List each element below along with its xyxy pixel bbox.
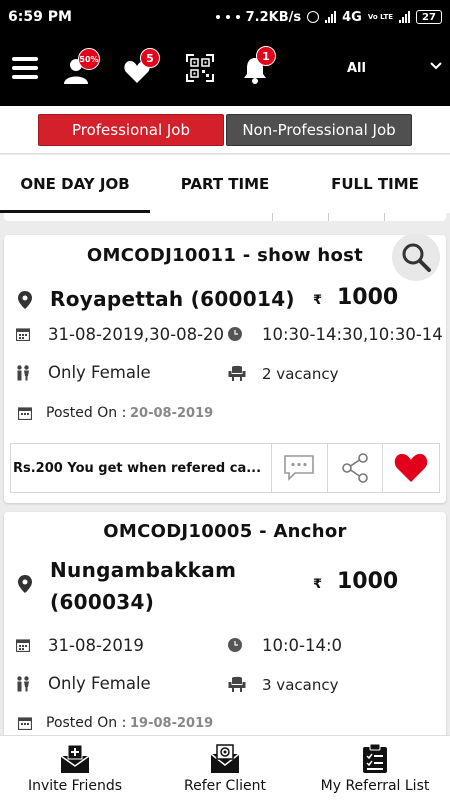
gender-requirement: Only Female: [48, 674, 151, 693]
posted-on-label: Posted On :: [46, 715, 127, 731]
chat-button[interactable]: [272, 444, 328, 492]
gender-icon: [17, 676, 29, 692]
filter-dropdown[interactable]: All: [347, 61, 366, 76]
job-time: 10:30-14:30,10:30-14: [262, 325, 443, 344]
job-time: 10:0-14:0: [262, 636, 343, 655]
job-type-toggle: Professional Job Non-Professional Job: [0, 106, 450, 154]
job-dates: 31-08-2019,30-08-20: [48, 325, 225, 344]
search-icon: [402, 243, 431, 272]
schedule-tabs: ONE DAY JOB PART TIME FULL TIME: [0, 155, 450, 213]
nav-label: Invite Friends: [27, 778, 123, 794]
seat-icon: [228, 676, 246, 692]
favorite-button[interactable]: [383, 444, 439, 492]
menu-icon[interactable]: [12, 56, 38, 84]
bottom-navigation: Invite Friends Refer Client My Referral …: [0, 735, 450, 800]
heart-icon[interactable]: 5: [124, 48, 160, 86]
job-card[interactable]: OMCODJ10011 - show host Royapettah (6000…: [4, 233, 446, 503]
job-title: OMCODJ10005 - Anchor: [103, 521, 347, 542]
nav-label: Refer Client: [184, 778, 266, 794]
clock-icon: [228, 327, 242, 341]
share-icon: [342, 453, 368, 483]
posted-date: 20-08-2019: [130, 406, 214, 421]
calendar-icon: [16, 328, 30, 341]
posted-date: 19-08-2019: [130, 716, 214, 731]
network-type: 4G: [342, 9, 362, 25]
clipboard-list-icon: [363, 744, 387, 773]
job-title: OMCODJ10011 - show host: [86, 245, 364, 266]
job-location-line-1: Nungambakkam: [50, 558, 237, 582]
location-pin-icon: [18, 575, 32, 593]
network-speed: 7.2KB/s: [245, 9, 302, 25]
invite-friends-button[interactable]: Invite Friends: [0, 736, 150, 800]
previous-card-edge: [4, 213, 446, 221]
qr-code-icon[interactable]: [186, 54, 214, 86]
job-location: Royapettah (600014): [50, 287, 295, 311]
notification-dot-icon: [235, 15, 240, 19]
vacancy-count: 2 vacancy: [262, 365, 339, 383]
calendar-icon: [18, 717, 32, 730]
refer-envelope-icon: [210, 744, 240, 773]
tab-one-day-job[interactable]: ONE DAY JOB: [0, 155, 150, 213]
gender-icon: [17, 365, 29, 381]
bell-icon[interactable]: 1: [242, 46, 276, 84]
hotspot-icon: [307, 11, 320, 23]
notification-count-badge: 1: [256, 46, 276, 66]
my-referral-list-button[interactable]: My Referral List: [300, 736, 450, 800]
profile-icon[interactable]: 50%: [64, 48, 100, 86]
job-location-line-2: (600034): [50, 590, 155, 614]
job-action-bar: Rs.200 You get when refered ca...: [10, 443, 440, 493]
clock-icon: [228, 638, 242, 652]
tab-full-time[interactable]: FULL TIME: [300, 155, 450, 213]
job-card[interactable]: OMCODJ10005 - Anchor Nungambakkam (60003…: [4, 512, 446, 735]
invite-envelope-icon: [60, 744, 90, 773]
location-pin-icon: [18, 291, 32, 309]
currency-symbol: ₹: [313, 293, 323, 308]
status-time: 6:59 PM: [8, 9, 72, 25]
profile-completion-badge: 50%: [78, 48, 100, 70]
notification-dot-icon: [225, 15, 230, 19]
refer-client-button[interactable]: Refer Client: [150, 736, 300, 800]
status-bar: 6:59 PM 7.2KB/s 4G Vo LTE 27: [0, 0, 450, 34]
posted-on-label: Posted On :: [46, 405, 127, 421]
calendar-icon: [18, 407, 32, 420]
nav-label: My Referral List: [320, 778, 430, 794]
professional-job-button[interactable]: Professional Job: [38, 114, 224, 146]
vacancy-count: 3 vacancy: [262, 676, 339, 694]
tab-part-time[interactable]: PART TIME: [150, 155, 300, 213]
battery-icon: 27: [416, 10, 442, 24]
calendar-icon: [16, 639, 30, 652]
non-professional-job-button[interactable]: Non-Professional Job: [226, 114, 412, 146]
job-pay-amount: 1000: [337, 285, 399, 310]
volte-icon: Vo LTE: [367, 12, 393, 21]
filled-heart-icon: [394, 453, 428, 482]
chevron-down-icon[interactable]: [429, 58, 443, 77]
chat-icon: [284, 455, 314, 481]
share-button[interactable]: [328, 444, 384, 492]
job-dates: 31-08-2019: [48, 636, 144, 655]
notification-dot-icon: [215, 15, 220, 19]
signal-icon: [325, 11, 337, 23]
referral-reward-text[interactable]: Rs.200 You get when refered ca...: [11, 444, 272, 492]
gender-requirement: Only Female: [48, 363, 151, 382]
signal-icon: [399, 11, 410, 23]
seat-icon: [228, 365, 246, 381]
wishlist-count-badge: 5: [140, 48, 160, 68]
job-location: Nungambakkam (600034): [50, 554, 236, 618]
search-button[interactable]: [392, 233, 440, 281]
currency-symbol: ₹: [313, 577, 323, 592]
app-header: 50% 5 1 All: [0, 34, 450, 106]
job-list[interactable]: OMCODJ10011 - show host Royapettah (6000…: [0, 213, 450, 735]
job-pay-amount: 1000: [337, 569, 399, 594]
